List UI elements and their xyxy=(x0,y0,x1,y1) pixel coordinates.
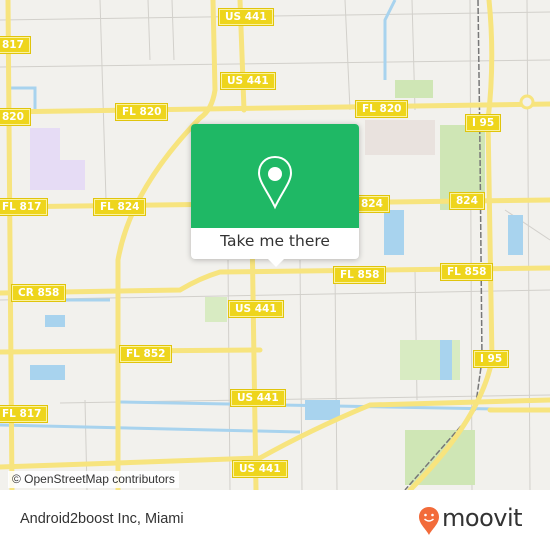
park xyxy=(395,80,433,98)
shield-824-east: 824 xyxy=(450,193,484,209)
shield-fl858-east: FL 858 xyxy=(441,264,493,280)
shield-i95-north: I 95 xyxy=(466,115,501,131)
shield-824-center: 824 xyxy=(355,196,389,212)
water xyxy=(440,340,452,380)
shield-fl820-west: 820 xyxy=(0,109,30,125)
street xyxy=(0,11,550,21)
canal xyxy=(10,86,37,110)
shield-fl824-west: FL 824 xyxy=(94,199,146,215)
street xyxy=(171,0,175,61)
shield-us441-south: US 441 xyxy=(233,461,287,477)
street xyxy=(526,0,531,490)
shield-us441-lower: US 441 xyxy=(231,390,285,406)
popup-pointer xyxy=(267,258,285,267)
street xyxy=(227,259,231,490)
canal xyxy=(383,0,397,80)
take-me-there-popup[interactable]: Take me there xyxy=(191,124,359,267)
shield-us441-center: US 441 xyxy=(229,301,283,317)
street xyxy=(344,0,351,111)
moovit-wordmark: moovit xyxy=(442,504,523,532)
shield-i95-south: I 95 xyxy=(474,351,509,367)
shield-fl817-mid: FL 817 xyxy=(0,199,48,215)
shield-fl817-south: FL 817 xyxy=(0,406,48,422)
moovit-pin-icon xyxy=(419,507,439,535)
street xyxy=(414,269,418,401)
moovit-logo[interactable]: moovit xyxy=(418,504,538,536)
shield-cr858: CR 858 xyxy=(12,285,66,301)
water xyxy=(384,210,404,255)
street xyxy=(0,59,550,68)
park xyxy=(205,297,227,322)
osm-attribution[interactable]: © OpenStreetMap contributors xyxy=(8,471,179,488)
water xyxy=(30,365,65,380)
commercial-area xyxy=(365,120,435,155)
shield-fl817-north: 817 xyxy=(0,37,30,53)
water xyxy=(508,215,523,255)
road-fl820 xyxy=(0,101,550,115)
popup-header xyxy=(191,124,359,228)
water xyxy=(305,400,340,420)
street xyxy=(147,0,151,61)
take-me-there-button[interactable]: Take me there xyxy=(191,232,359,250)
shield-fl820-mid: FL 820 xyxy=(116,104,168,120)
street xyxy=(99,0,107,201)
footer: Android2boost Inc, Miami moovit xyxy=(0,490,550,550)
road-us441 xyxy=(249,227,259,490)
place-name: Android2boost Inc, Miami xyxy=(20,511,184,527)
shield-fl852: FL 852 xyxy=(120,346,172,362)
airport-area xyxy=(30,128,85,190)
roundabout xyxy=(519,94,535,110)
shield-us441-upper: US 441 xyxy=(219,9,273,25)
map-pin-icon xyxy=(257,155,293,210)
shield-fl820-east: FL 820 xyxy=(356,101,408,117)
water xyxy=(45,315,65,327)
shield-fl858-center: FL 858 xyxy=(334,267,386,283)
shield-us441-north: US 441 xyxy=(221,73,275,89)
street xyxy=(334,269,338,490)
